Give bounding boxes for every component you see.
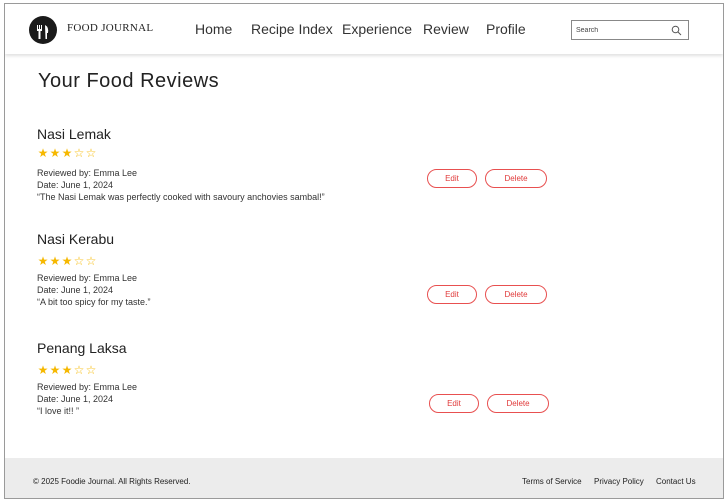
footer-link-privacy[interactable]: Privacy Policy — [594, 477, 644, 486]
page-title: Your Food Reviews — [38, 70, 220, 92]
star-rating: ★★★☆☆ — [37, 254, 97, 268]
delete-button[interactable]: Delete — [485, 169, 547, 188]
review-card: Nasi Lemak ★★★☆☆ Reviewed by: Emma Lee D… — [37, 126, 717, 216]
review-dish-name: Nasi Lemak — [37, 126, 111, 142]
star-empty-icon: ☆ — [85, 363, 97, 377]
star-filled-icon: ★ — [61, 363, 73, 377]
fork-knife-icon — [37, 25, 49, 39]
edit-button[interactable]: Edit — [429, 394, 479, 413]
site-footer: © 2025 Foodie Journal. All Rights Reserv… — [5, 458, 723, 498]
review-author: Reviewed by: Emma Lee — [37, 382, 138, 392]
site-header: FOOD JOURNAL Home Recipe Index Experienc… — [5, 4, 723, 54]
star-empty-icon: ☆ — [73, 363, 85, 377]
review-date: Date: June 1, 2024 — [37, 285, 114, 295]
review-card: Nasi Kerabu ★★★☆☆ Reviewed by: Emma Lee … — [37, 231, 717, 321]
review-comment: “A bit too spicy for my taste.” — [37, 297, 151, 307]
star-empty-icon: ☆ — [73, 146, 85, 160]
star-filled-icon: ★ — [37, 146, 49, 160]
copyright-text: © 2025 Foodie Journal. All Rights Reserv… — [33, 477, 191, 486]
review-dish-name: Nasi Kerabu — [37, 231, 115, 247]
star-empty-icon: ☆ — [85, 254, 97, 268]
nav-review[interactable]: Review — [423, 21, 469, 37]
brand-name: FOOD JOURNAL — [67, 22, 154, 34]
star-filled-icon: ★ — [61, 146, 73, 160]
review-card: Penang Laksa ★★★☆☆ Reviewed by: Emma Lee… — [37, 340, 717, 430]
star-filled-icon: ★ — [37, 363, 49, 377]
review-comment: “I love it!! ” — [37, 406, 80, 416]
search-box — [571, 20, 689, 40]
footer-link-contact[interactable]: Contact Us — [656, 477, 696, 486]
star-filled-icon: ★ — [49, 254, 61, 268]
review-date: Date: June 1, 2024 — [37, 180, 114, 190]
review-comment: “The Nasi Lemak was perfectly cooked wit… — [37, 192, 325, 202]
edit-button[interactable]: Edit — [427, 285, 477, 304]
star-filled-icon: ★ — [49, 146, 61, 160]
review-date: Date: June 1, 2024 — [37, 394, 114, 404]
star-filled-icon: ★ — [61, 254, 73, 268]
star-empty-icon: ☆ — [85, 146, 97, 160]
star-rating: ★★★☆☆ — [37, 363, 97, 377]
logo[interactable] — [29, 16, 57, 44]
nav-profile[interactable]: Profile — [486, 21, 526, 37]
review-dish-name: Penang Laksa — [37, 340, 127, 356]
star-filled-icon: ★ — [49, 363, 61, 377]
app-frame: FOOD JOURNAL Home Recipe Index Experienc… — [4, 3, 724, 499]
nav-home[interactable]: Home — [195, 21, 232, 37]
footer-link-terms[interactable]: Terms of Service — [522, 477, 582, 486]
star-empty-icon: ☆ — [73, 254, 85, 268]
edit-button[interactable]: Edit — [427, 169, 477, 188]
nav-recipe-index[interactable]: Recipe Index — [251, 21, 333, 37]
star-rating: ★★★☆☆ — [37, 146, 97, 160]
star-filled-icon: ★ — [37, 254, 49, 268]
delete-button[interactable]: Delete — [485, 285, 547, 304]
search-icon[interactable] — [671, 25, 682, 36]
delete-button[interactable]: Delete — [487, 394, 549, 413]
review-author: Reviewed by: Emma Lee — [37, 168, 138, 178]
nav-experience[interactable]: Experience — [342, 21, 412, 37]
search-input[interactable] — [576, 22, 668, 38]
review-author: Reviewed by: Emma Lee — [37, 273, 138, 283]
